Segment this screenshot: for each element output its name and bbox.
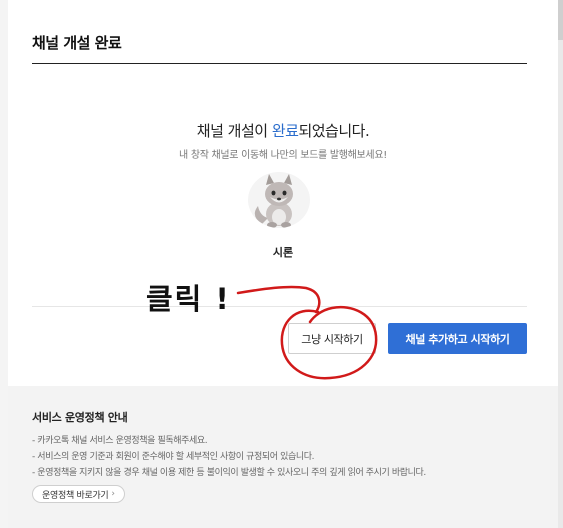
title-divider: [32, 63, 527, 64]
completion-subline: 내 창작 채널로 이동해 나만의 보드를 발행해보세요!: [179, 150, 387, 161]
modal-title: 채널 개설 완료: [32, 34, 122, 52]
skip-start-button[interactable]: 그냥 시작하기: [288, 323, 376, 354]
headline-suffix: 되었습니다.: [298, 122, 370, 140]
channel-complete-modal: 채널 개설 완료 채널 개설이 완료되었습니다. 내 창작 채널로 이동해 나만…: [8, 0, 558, 528]
headline-prefix: 채널 개설이: [196, 122, 272, 140]
channel-avatar: [248, 172, 310, 228]
channel-name: 시론: [272, 246, 294, 259]
button-area-divider: [32, 306, 527, 307]
headline-accent: 완료: [271, 122, 299, 140]
wolf-character-icon: [254, 174, 293, 228]
completion-headline: 채널 개설이 완료되었습니다.: [8, 120, 558, 141]
policy-line-2: - 서비스의 운영 기준과 회원이 준수해야 할 세부적인 사항이 규정되어 있…: [32, 452, 315, 462]
policy-link-label: 운영정책 바로가기: [42, 490, 109, 501]
background-page-left: [0, 0, 8, 528]
policy-footer: 서비스 운영정책 안내 - 카카오톡 채널 서비스 운영정책을 필독해주세요. …: [8, 386, 558, 528]
policy-link-button[interactable]: 운영정책 바로가기 ›: [32, 485, 125, 503]
policy-line-1: - 카카오톡 채널 서비스 운영정책을 필독해주세요.: [32, 436, 208, 446]
policy-line-3: - 운영정책을 지키지 않을 경우 채널 이용 제한 등 불이익이 발생할 수 …: [32, 468, 426, 478]
add-channel-start-button[interactable]: 채널 추가하고 시작하기: [388, 323, 527, 354]
chevron-right-icon: ›: [111, 489, 115, 499]
policy-footer-title: 서비스 운영정책 안내: [32, 411, 128, 424]
